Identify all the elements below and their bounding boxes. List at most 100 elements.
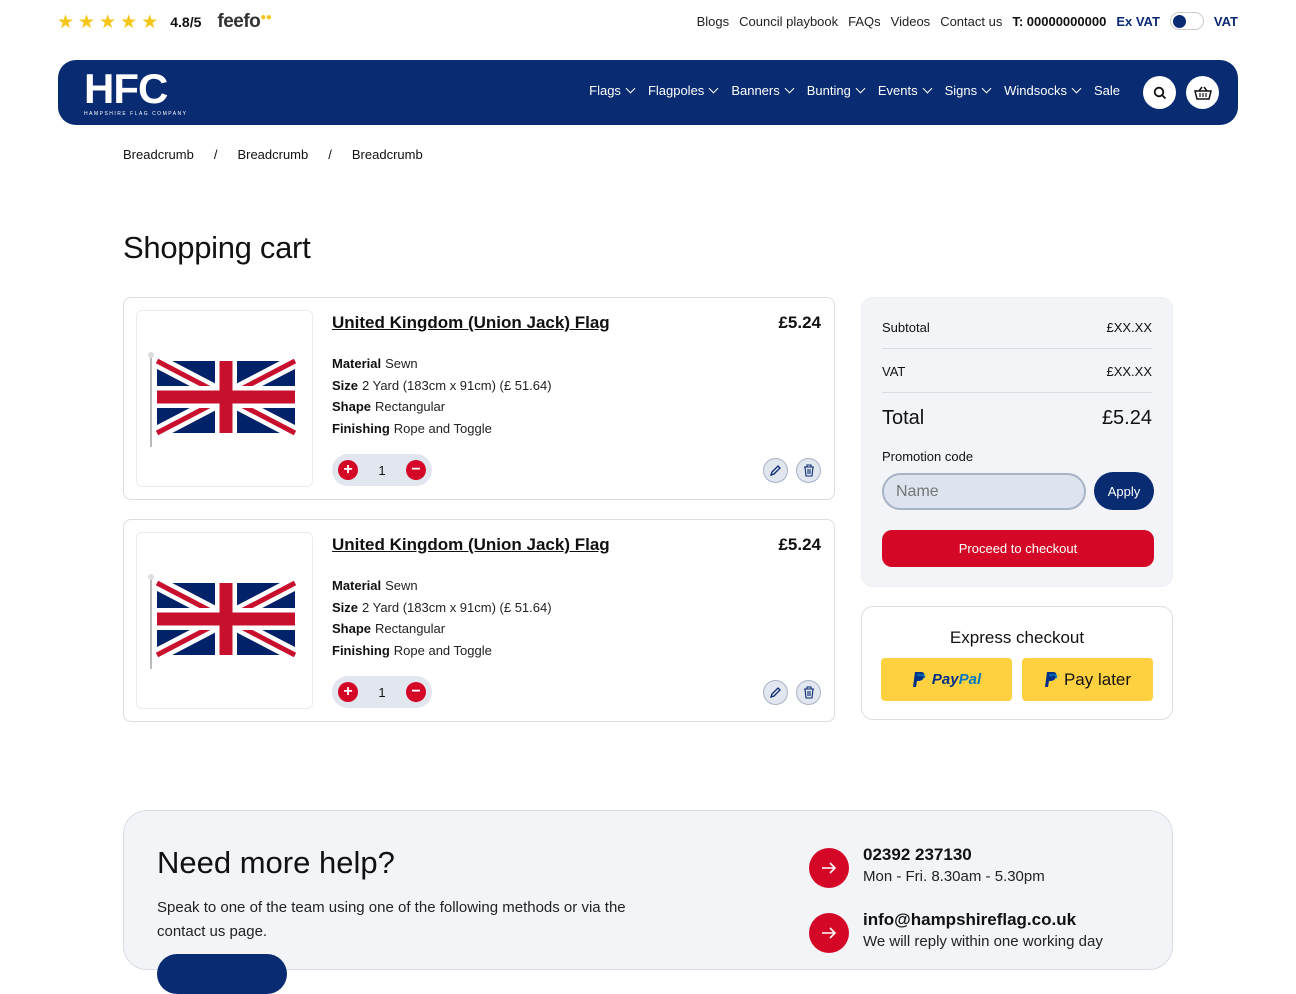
pay-later-button[interactable]: Pay later <box>1022 658 1153 701</box>
ex-vat-label: Ex VAT <box>1116 13 1160 29</box>
link-contact-us[interactable]: Contact us <box>940 14 1002 29</box>
feefo-logo: feefo●● <box>217 11 272 32</box>
breadcrumb: Breadcrumb / Breadcrumb / Breadcrumb <box>123 147 423 162</box>
nav-flags[interactable]: Flags <box>589 83 636 98</box>
chevron-down-icon <box>922 83 933 94</box>
promo-code-input[interactable] <box>882 473 1086 510</box>
nav-windsocks[interactable]: Windsocks <box>1004 83 1082 98</box>
quantity-value[interactable]: 1 <box>378 463 385 478</box>
feefo-rating[interactable]: ★ ★ ★ ★ ★ 4.8/5 feefo●● <box>57 11 272 33</box>
attr-shape: Shape Rectangular <box>332 399 446 414</box>
attr-size: Size 2 Yard (183cm x 91cm) (£ 51.64) <box>332 599 552 615</box>
order-summary: Subtotal £XX.XX VAT £XX.XX Total £5.24 P… <box>861 297 1173 587</box>
help-text: Speak to one of the team using one of th… <box>157 899 626 940</box>
link-council-playbook[interactable]: Council playbook <box>739 14 838 29</box>
help-title: Need more help? <box>157 845 395 880</box>
paypal-button[interactable]: PayPal <box>881 658 1012 701</box>
delete-item-button[interactable] <box>796 458 821 483</box>
help-email[interactable]: info@hampshireflag.co.uk <box>863 910 1103 930</box>
nav-bunting[interactable]: Bunting <box>807 83 866 98</box>
chevron-down-icon <box>1071 83 1082 94</box>
star-icon: ★ <box>99 11 117 33</box>
union-jack-flag-image <box>148 352 299 447</box>
utility-links: Blogs Council playbook FAQs Videos Conta… <box>697 12 1238 30</box>
quantity-value[interactable]: 1 <box>378 685 385 700</box>
increase-quantity-button[interactable]: + <box>338 682 358 702</box>
divider <box>882 348 1152 349</box>
express-checkout-title: Express checkout <box>949 628 1085 647</box>
product-title-link[interactable]: United Kingdom (Union Jack) Flag <box>332 535 610 555</box>
contact-us-button[interactable] <box>157 954 287 994</box>
attr-finishing: Finishing Rope and Toggle <box>332 420 492 436</box>
star-icon: ★ <box>141 11 159 33</box>
main-nav: Flags Flagpoles Banners Bunting Events S… <box>589 83 1120 98</box>
quantity-stepper: + 1 − <box>332 676 432 708</box>
arrow-right-icon <box>809 848 849 888</box>
email-contact[interactable]: info@hampshireflag.co.uk We will reply w… <box>809 910 1103 953</box>
arrow-right-icon <box>809 913 849 953</box>
vat-toggle[interactable] <box>1169 12 1204 30</box>
nav-events[interactable]: Events <box>878 83 933 98</box>
vat-label: VAT <box>882 364 906 379</box>
total-value: £5.24 <box>1101 407 1152 429</box>
header-phone[interactable]: T: 00000000000 <box>1012 14 1106 29</box>
chevron-down-icon <box>981 83 992 94</box>
hfc-logo[interactable]: HFC HAMPSHIRE FLAG COMPANY <box>84 68 187 118</box>
product-attributes: Material Sewn Size 2 Yard (183cm x 91cm) (… <box>332 575 552 661</box>
attr-size: Size 2 Yard (183cm x 91cm) (£ 51.64) <box>332 377 552 393</box>
subtotal-row: Subtotal £XX.XX <box>882 320 1152 335</box>
express-checkout: Express checkout PayPal Pay later <box>861 606 1173 720</box>
nav-flagpoles[interactable]: Flagpoles <box>648 83 719 98</box>
toggle-knob <box>1172 15 1186 28</box>
breadcrumb-link[interactable]: Breadcrumb <box>237 147 308 162</box>
promo-code-label: Promotion code <box>882 449 974 464</box>
breadcrumb-current: Breadcrumb <box>351 147 423 162</box>
link-faqs[interactable]: FAQs <box>848 14 881 29</box>
decrease-quantity-button[interactable]: − <box>405 682 426 702</box>
decrease-quantity-button[interactable]: − <box>405 460 426 480</box>
attr-shape: Shape Rectangular <box>332 621 446 636</box>
top-bar: ★ ★ ★ ★ ★ 4.8/5 feefo●● Blogs Council pl… <box>0 0 1296 42</box>
nav-banners[interactable]: Banners <box>731 83 795 98</box>
star-icon: ★ <box>78 11 96 33</box>
total-label: Total <box>882 407 925 429</box>
product-image[interactable] <box>136 532 313 709</box>
product-attributes: Material Sewn Size 2 Yard (183cm x 91cm) (… <box>332 353 552 439</box>
edit-item-button[interactable] <box>763 458 788 483</box>
product-image[interactable] <box>136 310 313 487</box>
subtotal-value: £XX.XX <box>1106 320 1152 335</box>
phone-contact[interactable]: 02392 237130 Mon - Fri. 8.30am - 5.30pm <box>809 845 1045 888</box>
item-price: £5.24 <box>778 535 821 554</box>
nav-sale[interactable]: Sale <box>1094 83 1120 98</box>
union-jack-flag-image <box>148 574 299 669</box>
breadcrumb-separator: / <box>328 147 332 162</box>
attr-finishing: Finishing Rope and Toggle <box>332 642 492 658</box>
quantity-stepper: + 1 − <box>332 454 432 486</box>
help-phone[interactable]: 02392 237130 <box>863 845 1045 865</box>
increase-quantity-button[interactable]: + <box>338 460 358 480</box>
cart-item: United Kingdom (Union Jack) Flag £5.24 M… <box>123 519 835 722</box>
basket-button[interactable] <box>1186 76 1219 109</box>
breadcrumb-link[interactable]: Breadcrumb <box>123 147 194 162</box>
star-icon: ★ <box>120 11 138 33</box>
search-button[interactable] <box>1143 76 1176 109</box>
basket-icon <box>1193 86 1212 100</box>
product-title-link[interactable]: United Kingdom (Union Jack) Flag <box>332 313 610 333</box>
link-videos[interactable]: Videos <box>891 14 931 29</box>
link-blogs[interactable]: Blogs <box>697 14 730 29</box>
vat-row: VAT £XX.XX <box>882 364 1152 379</box>
apply-button[interactable]: Apply <box>1094 472 1154 510</box>
pencil-icon <box>769 465 781 477</box>
chevron-down-icon <box>784 83 795 94</box>
chevron-down-icon <box>708 83 719 94</box>
trash-icon <box>803 686 814 699</box>
subtotal-label: Subtotal <box>882 320 930 335</box>
delete-item-button[interactable] <box>796 680 821 705</box>
proceed-to-checkout-button[interactable]: Proceed to checkout <box>882 530 1154 567</box>
vat-value: £XX.XX <box>1106 364 1152 379</box>
page-title: Shopping cart <box>123 230 311 265</box>
main-navbar: HFC HAMPSHIRE FLAG COMPANY Flags Flagpol… <box>58 60 1238 125</box>
pencil-icon <box>769 687 781 699</box>
edit-item-button[interactable] <box>763 680 788 705</box>
nav-signs[interactable]: Signs <box>945 83 992 98</box>
